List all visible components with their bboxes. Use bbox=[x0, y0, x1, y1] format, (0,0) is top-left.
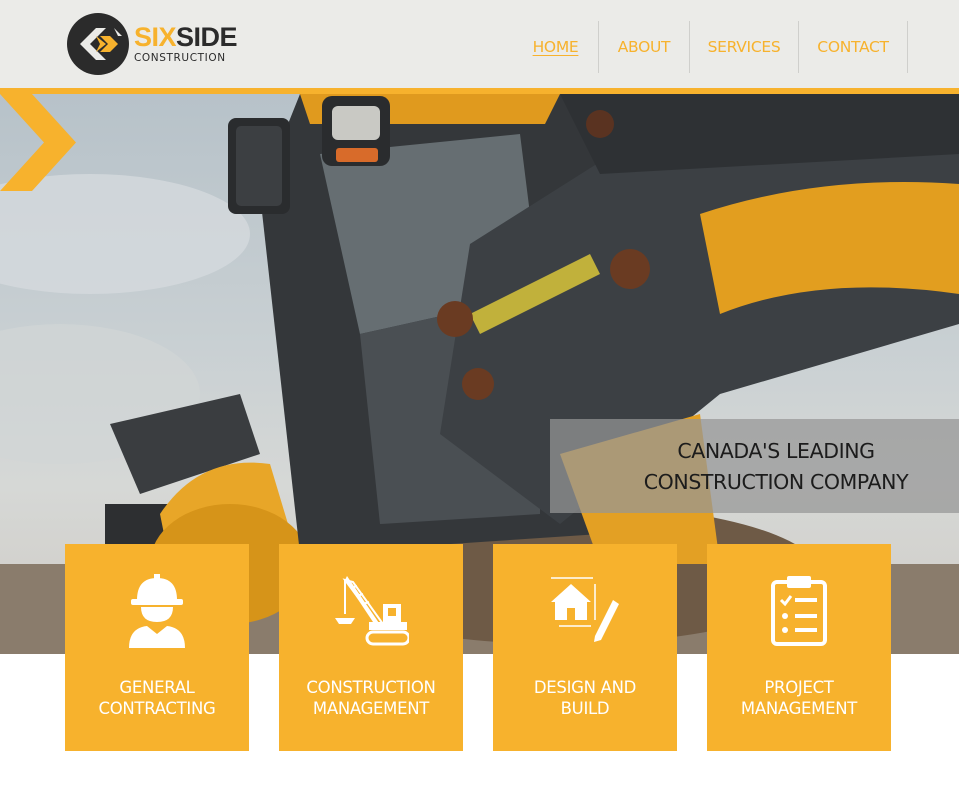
service-tile-construction-management[interactable]: CONSTRUCTION MANAGEMENT bbox=[279, 544, 463, 751]
crane-icon bbox=[335, 576, 409, 646]
service-label: PROJECT MANAGEMENT bbox=[707, 677, 891, 719]
service-label-line2: MANAGEMENT bbox=[312, 699, 430, 718]
nav-contact-label: CONTACT bbox=[817, 38, 889, 56]
service-tile-general-contracting[interactable]: GENERAL CONTRACTING bbox=[65, 544, 249, 751]
service-tile-project-management[interactable]: PROJECT MANAGEMENT bbox=[707, 544, 891, 751]
service-tile-design-and-build[interactable]: DESIGN AND BUILD bbox=[493, 544, 677, 751]
nav-services[interactable]: SERVICES bbox=[690, 21, 799, 73]
service-label-line1: DESIGN AND bbox=[533, 678, 637, 697]
service-label: CONSTRUCTION MANAGEMENT bbox=[279, 677, 463, 719]
chevron-right-icon bbox=[0, 94, 76, 191]
service-label-line2: CONTRACTING bbox=[98, 699, 216, 718]
hero-headline-line2: CONSTRUCTION COMPANY bbox=[643, 470, 909, 494]
logo-mark-icon bbox=[67, 13, 129, 75]
nav-about-label: ABOUT bbox=[617, 38, 671, 56]
nav-home-label: HOME bbox=[532, 38, 579, 56]
service-label-line2: MANAGEMENT bbox=[740, 699, 858, 718]
service-label: GENERAL CONTRACTING bbox=[65, 677, 249, 719]
service-label-line2: BUILD bbox=[560, 699, 610, 718]
house-pencil-icon bbox=[551, 577, 619, 642]
main-nav: HOME ABOUT SERVICES CONTACT bbox=[512, 21, 908, 73]
clipboard-checklist-icon bbox=[771, 576, 827, 646]
site-header: SIXSIDE CONSTRUCTION HOME ABOUT SERVICES… bbox=[0, 0, 959, 88]
nav-about[interactable]: ABOUT bbox=[599, 21, 690, 73]
hero-headline-line1: CANADA'S LEADING bbox=[677, 439, 875, 463]
service-label-line1: PROJECT bbox=[764, 678, 834, 697]
service-label: DESIGN AND BUILD bbox=[493, 677, 677, 719]
service-label-line1: CONSTRUCTION bbox=[306, 678, 436, 697]
hero-headline: CANADA'S LEADING CONSTRUCTION COMPANY bbox=[598, 436, 954, 498]
logo[interactable]: SIXSIDE CONSTRUCTION bbox=[66, 12, 246, 76]
logo-tagline: CONSTRUCTION bbox=[134, 52, 226, 65]
nav-services-label: SERVICES bbox=[707, 38, 781, 56]
logo-side: SIDE bbox=[176, 22, 238, 53]
nav-home[interactable]: HOME bbox=[512, 21, 599, 73]
service-label-line1: GENERAL bbox=[119, 678, 195, 697]
logo-wordmark: SIXSIDE CONSTRUCTION bbox=[134, 22, 238, 65]
nav-contact[interactable]: CONTACT bbox=[799, 21, 908, 73]
worker-hardhat-icon bbox=[129, 574, 185, 648]
logo-six: SIX bbox=[134, 22, 177, 53]
